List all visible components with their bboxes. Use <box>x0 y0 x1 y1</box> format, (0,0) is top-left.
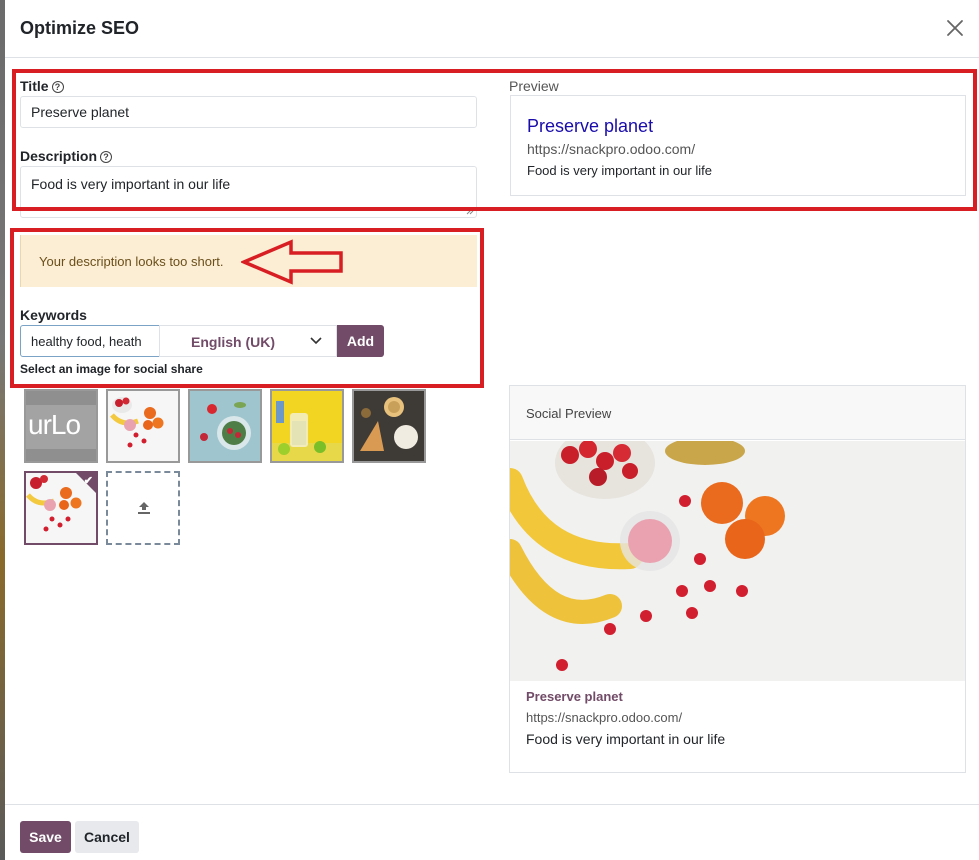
description-label: Description? <box>20 148 113 164</box>
dialog-footer: Save Cancel <box>5 804 979 860</box>
upload-image-button[interactable] <box>106 471 180 545</box>
check-icon: ✔ <box>83 475 93 487</box>
upload-icon <box>138 502 150 514</box>
preview-title: Preserve planet <box>527 116 654 136</box>
language-selected-value: English (UK) <box>191 334 275 350</box>
warning-text: Your description looks too short. <box>39 254 224 269</box>
social-preview-header: Social Preview <box>510 386 965 440</box>
dialog-header: Optimize SEO <box>5 0 979 58</box>
image-thumb-lemonade[interactable] <box>270 389 344 463</box>
social-fruit-image-icon <box>510 441 965 681</box>
fruit-image-icon <box>110 397 164 448</box>
description-label-text: Description <box>20 148 98 164</box>
help-icon[interactable]: ? <box>100 151 113 163</box>
image-share-label: Select an image for social share <box>20 362 203 376</box>
description-textarea[interactable]: Food is very important in our life <box>20 166 477 218</box>
preview-description: Food is very important in our life <box>527 163 712 178</box>
preview-url: https://snackpro.odoo.com/ <box>527 141 696 157</box>
dialog-title: Optimize SEO <box>20 18 140 38</box>
drink-image-icon <box>360 397 418 451</box>
resize-grip-icon[interactable] <box>466 207 474 215</box>
social-preview-card: Social Preview Preserve planet https://s… <box>509 385 966 773</box>
title-label: Title? <box>20 78 64 94</box>
language-select[interactable]: English (UK) <box>159 325 337 357</box>
smoothie-image-icon <box>200 402 251 450</box>
annotation-arrow-icon <box>241 239 343 285</box>
title-input[interactable]: Preserve planet <box>20 96 477 128</box>
search-preview-card: Preserve planet https://snackpro.odoo.co… <box>510 95 966 196</box>
image-thumb-drink-table[interactable] <box>352 389 426 463</box>
optimize-seo-dialog: Optimize SEO Title? Preserve planet Desc… <box>5 0 979 860</box>
social-preview-description: Food is very important in our life <box>526 731 726 747</box>
title-input-value: Preserve planet <box>31 104 130 120</box>
social-preview-url: https://snackpro.odoo.com/ <box>526 710 683 725</box>
image-thumb-fruit-bowl[interactable] <box>106 389 180 463</box>
keywords-label: Keywords <box>20 307 87 323</box>
image-thumb-selected-fruit[interactable]: ✔ <box>24 471 98 545</box>
preview-label: Preview <box>509 78 559 94</box>
help-icon[interactable]: ? <box>51 81 64 93</box>
title-label-text: Title <box>20 78 49 94</box>
image-thumb-logo[interactable]: urLo <box>24 389 98 463</box>
close-icon[interactable] <box>943 16 967 40</box>
description-textarea-value: Food is very important in our life <box>31 176 231 192</box>
chevron-down-icon <box>310 337 322 345</box>
logo-thumb-text: urLo <box>28 409 81 440</box>
lemonade-image-icon <box>272 401 342 461</box>
image-thumb-smoothie-bowl[interactable] <box>188 389 262 463</box>
social-preview-image <box>510 441 965 681</box>
save-button[interactable]: Save <box>20 821 71 853</box>
social-preview-title: Preserve planet <box>526 689 623 704</box>
keywords-input[interactable] <box>20 325 160 357</box>
cancel-button[interactable]: Cancel <box>75 821 139 853</box>
add-keyword-button[interactable]: Add <box>337 325 384 357</box>
social-preview-header-text: Social Preview <box>526 406 612 421</box>
